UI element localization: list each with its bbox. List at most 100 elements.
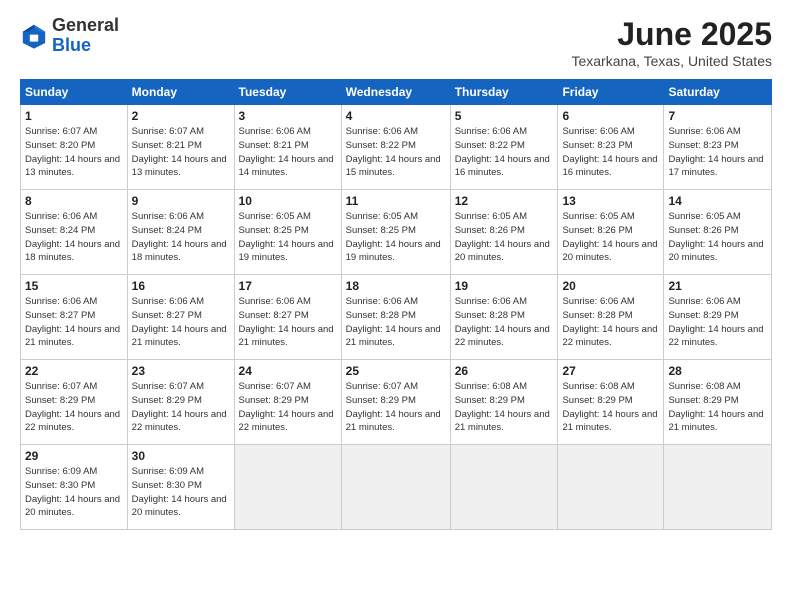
logo: General Blue	[20, 16, 119, 56]
calendar-cell: 14 Sunrise: 6:05 AMSunset: 8:26 PMDaylig…	[664, 190, 772, 275]
day-number: 7	[668, 109, 767, 123]
calendar-cell: 4 Sunrise: 6:06 AMSunset: 8:22 PMDayligh…	[341, 105, 450, 190]
col-thursday: Thursday	[450, 80, 558, 105]
day-number: 2	[132, 109, 230, 123]
day-info: Sunrise: 6:05 AMSunset: 8:26 PMDaylight:…	[668, 211, 763, 263]
title-block: June 2025 Texarkana, Texas, United State…	[571, 16, 772, 69]
table-row: 22 Sunrise: 6:07 AMSunset: 8:29 PMDaylig…	[21, 360, 772, 445]
calendar-cell: 30 Sunrise: 6:09 AMSunset: 8:30 PMDaylig…	[127, 445, 234, 530]
calendar-cell: 22 Sunrise: 6:07 AMSunset: 8:29 PMDaylig…	[21, 360, 128, 445]
calendar-cell	[664, 445, 772, 530]
table-row: 15 Sunrise: 6:06 AMSunset: 8:27 PMDaylig…	[21, 275, 772, 360]
logo-icon	[20, 22, 48, 50]
calendar-cell: 24 Sunrise: 6:07 AMSunset: 8:29 PMDaylig…	[234, 360, 341, 445]
table-row: 29 Sunrise: 6:09 AMSunset: 8:30 PMDaylig…	[21, 445, 772, 530]
calendar-cell: 11 Sunrise: 6:05 AMSunset: 8:25 PMDaylig…	[341, 190, 450, 275]
day-info: Sunrise: 6:07 AMSunset: 8:29 PMDaylight:…	[239, 381, 334, 433]
day-info: Sunrise: 6:05 AMSunset: 8:25 PMDaylight:…	[346, 211, 441, 263]
day-number: 18	[346, 279, 446, 293]
calendar-cell: 15 Sunrise: 6:06 AMSunset: 8:27 PMDaylig…	[21, 275, 128, 360]
calendar-cell	[341, 445, 450, 530]
day-info: Sunrise: 6:06 AMSunset: 8:27 PMDaylight:…	[25, 296, 120, 348]
day-info: Sunrise: 6:06 AMSunset: 8:27 PMDaylight:…	[239, 296, 334, 348]
calendar-cell: 12 Sunrise: 6:05 AMSunset: 8:26 PMDaylig…	[450, 190, 558, 275]
col-monday: Monday	[127, 80, 234, 105]
calendar-cell: 1 Sunrise: 6:07 AMSunset: 8:20 PMDayligh…	[21, 105, 128, 190]
day-info: Sunrise: 6:07 AMSunset: 8:21 PMDaylight:…	[132, 126, 227, 178]
day-number: 27	[562, 364, 659, 378]
day-number: 25	[346, 364, 446, 378]
col-wednesday: Wednesday	[341, 80, 450, 105]
calendar-cell: 23 Sunrise: 6:07 AMSunset: 8:29 PMDaylig…	[127, 360, 234, 445]
logo-text: General Blue	[52, 16, 119, 56]
day-info: Sunrise: 6:06 AMSunset: 8:24 PMDaylight:…	[25, 211, 120, 263]
calendar-cell: 29 Sunrise: 6:09 AMSunset: 8:30 PMDaylig…	[21, 445, 128, 530]
calendar-cell: 17 Sunrise: 6:06 AMSunset: 8:27 PMDaylig…	[234, 275, 341, 360]
day-number: 28	[668, 364, 767, 378]
day-info: Sunrise: 6:08 AMSunset: 8:29 PMDaylight:…	[562, 381, 657, 433]
day-info: Sunrise: 6:06 AMSunset: 8:29 PMDaylight:…	[668, 296, 763, 348]
calendar-cell: 7 Sunrise: 6:06 AMSunset: 8:23 PMDayligh…	[664, 105, 772, 190]
calendar-cell: 27 Sunrise: 6:08 AMSunset: 8:29 PMDaylig…	[558, 360, 664, 445]
col-friday: Friday	[558, 80, 664, 105]
day-number: 26	[455, 364, 554, 378]
month-title: June 2025	[571, 16, 772, 53]
logo-blue-text: Blue	[52, 36, 119, 56]
day-number: 24	[239, 364, 337, 378]
day-number: 16	[132, 279, 230, 293]
calendar-cell	[234, 445, 341, 530]
day-info: Sunrise: 6:09 AMSunset: 8:30 PMDaylight:…	[132, 466, 227, 518]
day-info: Sunrise: 6:06 AMSunset: 8:23 PMDaylight:…	[668, 126, 763, 178]
header-row: Sunday Monday Tuesday Wednesday Thursday…	[21, 80, 772, 105]
day-info: Sunrise: 6:06 AMSunset: 8:22 PMDaylight:…	[346, 126, 441, 178]
day-number: 6	[562, 109, 659, 123]
day-info: Sunrise: 6:08 AMSunset: 8:29 PMDaylight:…	[668, 381, 763, 433]
calendar-cell: 9 Sunrise: 6:06 AMSunset: 8:24 PMDayligh…	[127, 190, 234, 275]
calendar-cell: 26 Sunrise: 6:08 AMSunset: 8:29 PMDaylig…	[450, 360, 558, 445]
calendar-cell: 19 Sunrise: 6:06 AMSunset: 8:28 PMDaylig…	[450, 275, 558, 360]
col-tuesday: Tuesday	[234, 80, 341, 105]
day-info: Sunrise: 6:06 AMSunset: 8:23 PMDaylight:…	[562, 126, 657, 178]
day-info: Sunrise: 6:05 AMSunset: 8:26 PMDaylight:…	[455, 211, 550, 263]
day-info: Sunrise: 6:08 AMSunset: 8:29 PMDaylight:…	[455, 381, 550, 433]
calendar-cell: 3 Sunrise: 6:06 AMSunset: 8:21 PMDayligh…	[234, 105, 341, 190]
day-number: 9	[132, 194, 230, 208]
day-info: Sunrise: 6:06 AMSunset: 8:22 PMDaylight:…	[455, 126, 550, 178]
day-number: 4	[346, 109, 446, 123]
day-number: 13	[562, 194, 659, 208]
day-number: 15	[25, 279, 123, 293]
calendar-cell: 18 Sunrise: 6:06 AMSunset: 8:28 PMDaylig…	[341, 275, 450, 360]
calendar-cell: 6 Sunrise: 6:06 AMSunset: 8:23 PMDayligh…	[558, 105, 664, 190]
day-info: Sunrise: 6:05 AMSunset: 8:25 PMDaylight:…	[239, 211, 334, 263]
day-number: 30	[132, 449, 230, 463]
calendar-cell: 20 Sunrise: 6:06 AMSunset: 8:28 PMDaylig…	[558, 275, 664, 360]
calendar-cell: 28 Sunrise: 6:08 AMSunset: 8:29 PMDaylig…	[664, 360, 772, 445]
calendar-cell: 25 Sunrise: 6:07 AMSunset: 8:29 PMDaylig…	[341, 360, 450, 445]
calendar-cell: 8 Sunrise: 6:06 AMSunset: 8:24 PMDayligh…	[21, 190, 128, 275]
day-info: Sunrise: 6:05 AMSunset: 8:26 PMDaylight:…	[562, 211, 657, 263]
calendar-cell	[558, 445, 664, 530]
day-info: Sunrise: 6:06 AMSunset: 8:28 PMDaylight:…	[562, 296, 657, 348]
day-number: 23	[132, 364, 230, 378]
page: General Blue June 2025 Texarkana, Texas,…	[0, 0, 792, 612]
day-number: 3	[239, 109, 337, 123]
day-number: 29	[25, 449, 123, 463]
day-info: Sunrise: 6:06 AMSunset: 8:28 PMDaylight:…	[346, 296, 441, 348]
day-info: Sunrise: 6:07 AMSunset: 8:29 PMDaylight:…	[132, 381, 227, 433]
table-row: 1 Sunrise: 6:07 AMSunset: 8:20 PMDayligh…	[21, 105, 772, 190]
day-number: 10	[239, 194, 337, 208]
day-info: Sunrise: 6:07 AMSunset: 8:20 PMDaylight:…	[25, 126, 120, 178]
day-info: Sunrise: 6:06 AMSunset: 8:21 PMDaylight:…	[239, 126, 334, 178]
logo-general-text: General	[52, 16, 119, 36]
day-number: 11	[346, 194, 446, 208]
day-number: 17	[239, 279, 337, 293]
col-saturday: Saturday	[664, 80, 772, 105]
day-number: 20	[562, 279, 659, 293]
day-info: Sunrise: 6:06 AMSunset: 8:27 PMDaylight:…	[132, 296, 227, 348]
calendar-cell: 21 Sunrise: 6:06 AMSunset: 8:29 PMDaylig…	[664, 275, 772, 360]
day-number: 21	[668, 279, 767, 293]
calendar-cell: 2 Sunrise: 6:07 AMSunset: 8:21 PMDayligh…	[127, 105, 234, 190]
day-number: 5	[455, 109, 554, 123]
calendar-cell: 16 Sunrise: 6:06 AMSunset: 8:27 PMDaylig…	[127, 275, 234, 360]
day-number: 8	[25, 194, 123, 208]
